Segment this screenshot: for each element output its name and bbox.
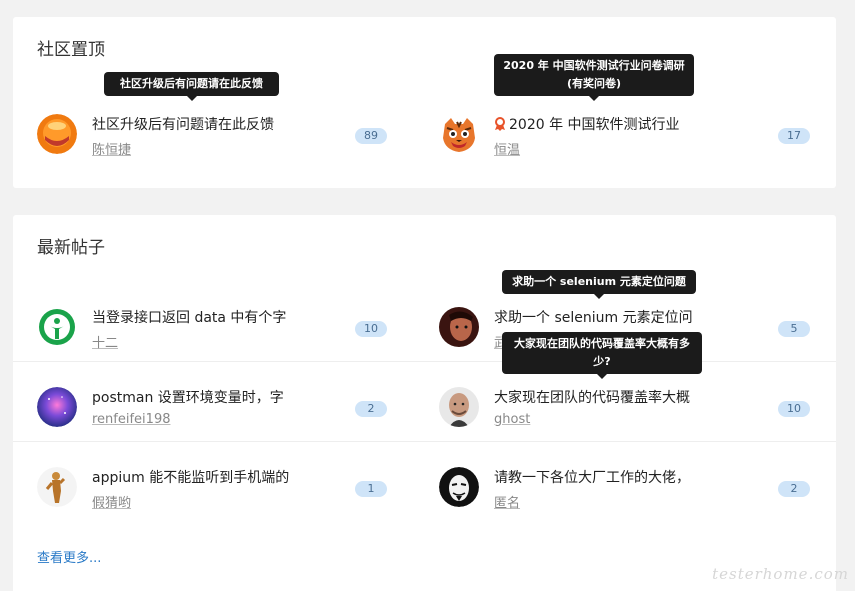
topic-title-tooltip: 求助一个 selenium 元素定位问题: [502, 270, 696, 299]
topic-title-link[interactable]: 当登录接口返回 data 中有个字: [92, 307, 327, 327]
pinned-topic-item[interactable]: 社区升级后有问题请在此反馈 陈恒捷 89: [13, 94, 413, 174]
mask-avatar-icon[interactable]: [439, 467, 479, 507]
topic-title-tooltip: 大家现在团队的代码覆盖率大概有多少?: [502, 332, 702, 379]
view-more-link[interactable]: 查看更多...: [37, 547, 101, 566]
topic-title-link[interactable]: 请教一下各位大厂工作的大佬，: [494, 467, 714, 487]
award-medal-icon: [494, 117, 506, 131]
topic-title-link[interactable]: 求助一个 selenium 元素定位问: [494, 307, 714, 327]
latest-topic-item[interactable]: appium 能不能监听到手机端的 假猜哟 1: [13, 447, 413, 527]
topic-author-link[interactable]: renfeifei198: [92, 412, 170, 427]
reply-count-badge: 89: [355, 128, 387, 144]
latest-topic-item[interactable]: postman 设置环境变量时，字 renfeifei198 2: [13, 367, 413, 447]
topic-title-link[interactable]: 大家现在团队的代码覆盖率大概: [494, 387, 714, 407]
latest-topic-item[interactable]: 请教一下各位大厂工作的大佬， 匿名 2: [415, 447, 836, 527]
topic-title-link[interactable]: postman 设置环境变量时，字: [92, 387, 327, 407]
figure-avatar-icon[interactable]: [37, 467, 77, 507]
topic-title-link[interactable]: 2020 年 中国软件测试行业: [494, 114, 714, 134]
pinned-section-title: 社区置顶: [37, 40, 105, 60]
row-divider: [13, 441, 836, 442]
site-watermark: testerhome.com: [712, 565, 849, 583]
reply-count-badge: 10: [778, 401, 810, 417]
topic-title-link[interactable]: appium 能不能监听到手机端的: [92, 467, 327, 487]
bald-man-avatar-icon[interactable]: [439, 387, 479, 427]
latest-topic-item[interactable]: 当登录接口返回 data 中有个字 十二 10: [13, 287, 413, 367]
topic-author-link[interactable]: 假猜哟: [92, 492, 131, 511]
reply-count-badge: 5: [778, 321, 810, 337]
person-photo-avatar-icon[interactable]: [439, 307, 479, 347]
latest-topic-item[interactable]: 大家现在团队的代码覆盖率大概 ghost 10: [415, 367, 836, 447]
topic-title-tooltip: 2020 年 中国软件测试行业问卷调研 (有奖问卷): [494, 54, 694, 101]
pinned-topic-item[interactable]: 2020 年 中国软件测试行业 恒温 17: [415, 94, 836, 174]
topic-title-tooltip: 社区升级后有问题请在此反馈: [104, 72, 279, 101]
topic-author-link[interactable]: 陈恒捷: [92, 139, 131, 158]
reply-count-badge: 2: [778, 481, 810, 497]
latest-posts-card: 最新帖子 当登录接口返回 data 中有个字 十二 10 求助一个 seleni…: [13, 215, 836, 591]
reply-count-badge: 1: [355, 481, 387, 497]
topic-author-link[interactable]: 十二: [92, 332, 118, 351]
topic-author-link[interactable]: ghost: [494, 412, 530, 427]
pinned-topics-card: 社区置顶 社区升级后有问题请在此反馈 陈恒捷 89 2020 年 中国软件测试行…: [13, 17, 836, 188]
topic-title-text: 2020 年 中国软件测试行业: [509, 117, 680, 133]
latest-section-title: 最新帖子: [37, 238, 105, 258]
orange-face-avatar-icon[interactable]: [37, 114, 77, 154]
reply-count-badge: 17: [778, 128, 810, 144]
reply-count-badge: 2: [355, 401, 387, 417]
reply-count-badge: 10: [355, 321, 387, 337]
topic-title-link[interactable]: 社区升级后有问题请在此反馈: [92, 114, 327, 134]
topic-author-link[interactable]: 恒温: [494, 139, 520, 158]
topic-author-link[interactable]: 匿名: [494, 492, 520, 511]
tiger-avatar-icon[interactable]: [439, 114, 479, 154]
nebula-avatar-icon[interactable]: [37, 387, 77, 427]
green-logo-avatar-icon[interactable]: [37, 307, 77, 347]
row-divider: [13, 361, 836, 362]
